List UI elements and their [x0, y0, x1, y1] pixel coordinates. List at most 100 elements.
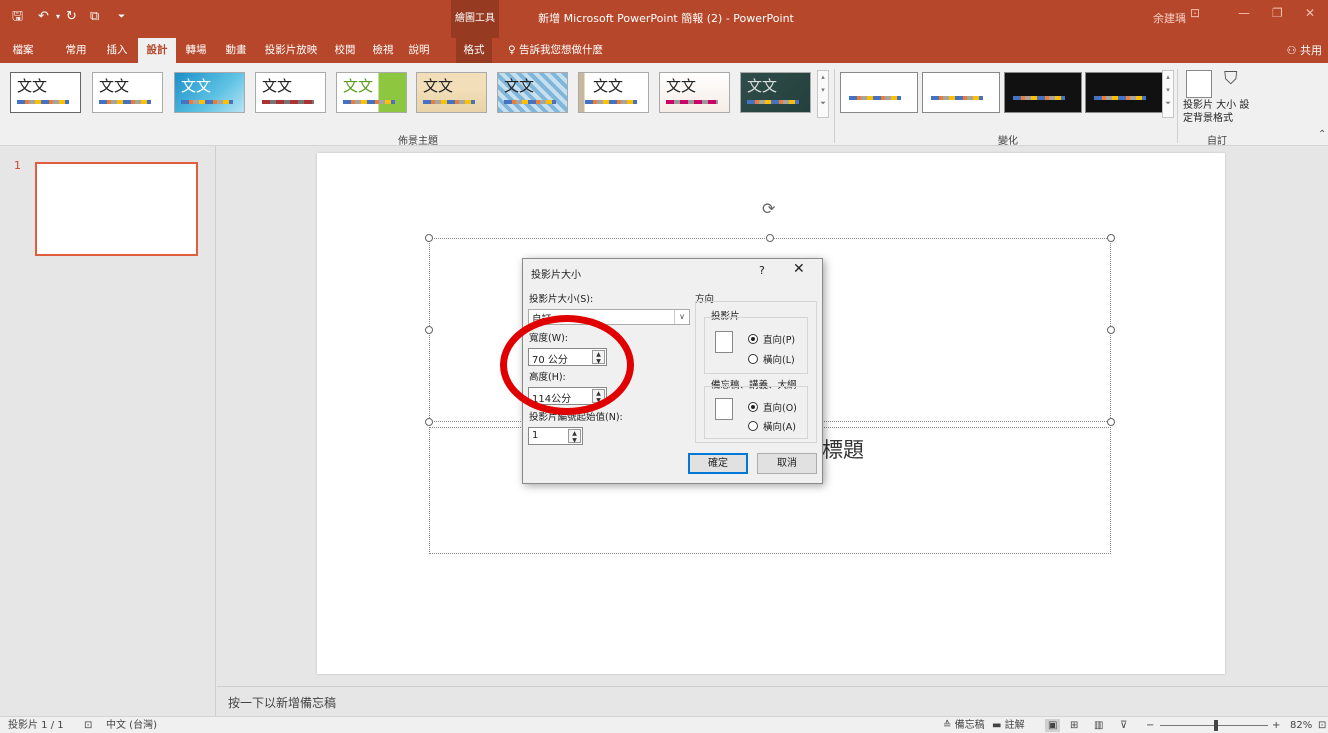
themes-gallery-scroll[interactable]: ▴ ▾ ⏷ [817, 70, 829, 118]
ribbon-display-icon[interactable]: ⊡ [1190, 6, 1200, 20]
tab-help[interactable]: 說明 [404, 38, 434, 63]
variant-2[interactable] [922, 72, 1000, 113]
theme-dark[interactable]: 文文 [740, 72, 811, 113]
tell-me-text: 告訴我您想做什麼 [519, 44, 604, 56]
tell-me-box[interactable]: ♀ 告訴我您想做什麼 [508, 38, 628, 63]
ok-button[interactable]: 確定 [688, 453, 748, 474]
theme-preview-text: 文文 [343, 77, 374, 95]
slideshow-view-icon[interactable]: ⊽ [1120, 719, 1127, 732]
group-label-customize: 自訂 [1207, 136, 1227, 147]
customize-buttons-label[interactable]: 投影片 大小 設定背景格式 [1183, 99, 1258, 125]
subtitle-placeholder-text: 標題 [822, 438, 864, 462]
theme-preview-text: 文文 [181, 77, 212, 95]
notes-landscape-radio[interactable]: 橫向(A) [748, 421, 796, 434]
slide-number: 1 [14, 159, 21, 172]
help-button[interactable]: ? [759, 264, 765, 277]
theme-pattern[interactable]: 文文 [497, 72, 568, 113]
slide-sorter-icon[interactable]: ⊞ [1070, 719, 1078, 732]
start-number-spinner[interactable]: ▲ ▼ [568, 429, 581, 444]
save-icon[interactable]: 🖫 [12, 9, 23, 25]
tab-home[interactable]: 常用 [58, 38, 94, 63]
cancel-button[interactable]: 取消 [757, 453, 817, 474]
theme-light[interactable]: 文文 [659, 72, 730, 113]
theme-color-bar [423, 100, 475, 104]
customize-qat-icon[interactable]: ⏷ [118, 9, 125, 25]
slides-landscape-radio[interactable]: 橫向(L) [748, 354, 795, 367]
resize-handle[interactable] [425, 234, 433, 242]
comments-toggle[interactable]: ▬ 註解 [992, 719, 1025, 732]
slides-landscape-label: 橫向(L) [763, 355, 795, 366]
slide-size-label: 投影片 大小 [1183, 100, 1237, 111]
accessibility-icon[interactable]: ⊡ [84, 719, 92, 732]
slide-info: 投影片 1 / 1 [8, 720, 64, 731]
zoom-slider-thumb[interactable] [1214, 720, 1218, 731]
theme-preview-text: 文文 [99, 77, 130, 95]
start-number-input[interactable]: 1 ▲ ▼ [528, 427, 583, 445]
resize-handle[interactable] [425, 326, 433, 334]
tab-view[interactable]: 檢視 [366, 38, 400, 63]
theme-office[interactable]: 文文 [10, 72, 81, 113]
resize-handle[interactable] [425, 418, 433, 426]
ribbon-tabs: 檔案 常用 插入 設計 轉場 動畫 投影片放映 校閱 檢視 說明 格式 ♀ 告訴… [0, 38, 1328, 63]
notes-pane[interactable]: 按一下以新增備忘稿 [217, 686, 1328, 716]
theme-office-2[interactable]: 文文 [92, 72, 163, 113]
tab-slideshow[interactable]: 投影片放映 [258, 38, 324, 63]
redo-icon[interactable]: ↻ [66, 9, 77, 25]
theme-preview-text: 文文 [17, 77, 48, 95]
undo-icon[interactable]: ↶ [38, 9, 49, 25]
notes-toggle[interactable]: ≙ 備忘稿 [943, 719, 985, 732]
theme-gallery[interactable]: 文文 [416, 72, 487, 113]
share-button[interactable]: ⚇ 共用 [1287, 38, 1322, 63]
theme-wood[interactable]: 文文 [578, 72, 649, 113]
slide-size-icon[interactable] [1186, 70, 1212, 98]
fit-slide-icon[interactable]: ⊡ [1318, 719, 1326, 732]
group-divider [1177, 69, 1178, 143]
resize-handle[interactable] [766, 234, 774, 242]
tab-design[interactable]: 設計 [138, 38, 176, 63]
variants-gallery-scroll[interactable]: ▴ ▾ ⏷ [1162, 70, 1174, 118]
tab-animations[interactable]: 動畫 [218, 38, 254, 63]
slide-size-label: 投影片大小(S): [529, 294, 594, 305]
dialog-title: 投影片大小 [531, 270, 581, 281]
tab-file[interactable]: 檔案 [4, 38, 42, 63]
rotate-handle-icon[interactable]: ⟳ [762, 199, 775, 218]
variant-3[interactable] [1004, 72, 1082, 113]
tab-insert[interactable]: 插入 [100, 38, 134, 63]
user-name[interactable]: 余建瑀 [1153, 10, 1186, 26]
variant-color-bar [849, 96, 901, 100]
tab-review[interactable]: 校閱 [330, 38, 360, 63]
close-window-icon[interactable]: ✕ [1305, 6, 1315, 20]
portrait-page-icon [715, 398, 733, 420]
zoom-out-icon[interactable]: − [1146, 719, 1154, 732]
zoom-level[interactable]: 82% [1290, 719, 1312, 732]
variant-4[interactable] [1085, 72, 1163, 113]
resize-handle[interactable] [1107, 234, 1115, 242]
reading-view-icon[interactable]: ▥ [1094, 719, 1103, 732]
present-icon[interactable]: ⧉ [90, 9, 99, 25]
undo-dropdown-icon[interactable]: ▾ [56, 9, 60, 25]
theme-preview-text: 文文 [666, 77, 697, 95]
restore-icon[interactable]: ❐ [1272, 6, 1283, 20]
theme-blue[interactable]: 文文 [174, 72, 245, 113]
slide-thumbnail[interactable] [35, 162, 198, 256]
collapse-ribbon-icon[interactable]: ⌃ [1318, 129, 1326, 140]
tab-format[interactable]: 格式 [456, 38, 492, 63]
theme-color-bar [343, 100, 395, 104]
variant-1[interactable] [840, 72, 918, 113]
resize-handle[interactable] [1107, 326, 1115, 334]
theme-basis[interactable]: 文文 [255, 72, 326, 113]
notes-portrait-radio[interactable]: 直向(O) [748, 402, 797, 415]
slides-portrait-radio[interactable]: 直向(P) [748, 334, 795, 347]
resize-handle[interactable] [1107, 418, 1115, 426]
variant-color-bar [1094, 96, 1146, 100]
start-number-value: 1 [532, 430, 539, 441]
close-icon[interactable]: ✕ [793, 261, 805, 277]
notes-landscape-label: 橫向(A) [763, 422, 796, 433]
minimize-icon[interactable]: — [1238, 6, 1250, 20]
tab-transitions[interactable]: 轉場 [178, 38, 214, 63]
theme-facet[interactable]: 文文 [336, 72, 407, 113]
format-background-icon[interactable]: ⛉ [1224, 68, 1246, 96]
zoom-in-icon[interactable]: + [1272, 719, 1280, 732]
normal-view-icon[interactable]: ▣ [1045, 719, 1061, 732]
language-indicator[interactable]: 中文 (台灣) [106, 719, 157, 732]
